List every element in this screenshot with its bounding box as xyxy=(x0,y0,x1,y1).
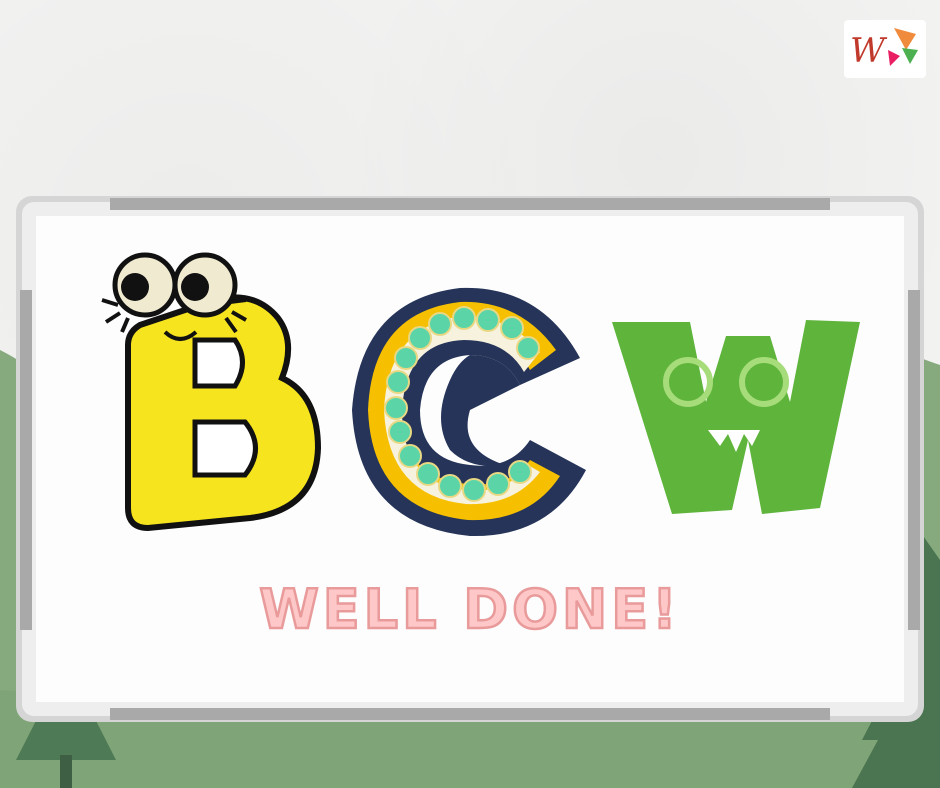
whiteboard xyxy=(16,196,924,722)
well-done-message: WELL DONE! xyxy=(258,577,681,643)
